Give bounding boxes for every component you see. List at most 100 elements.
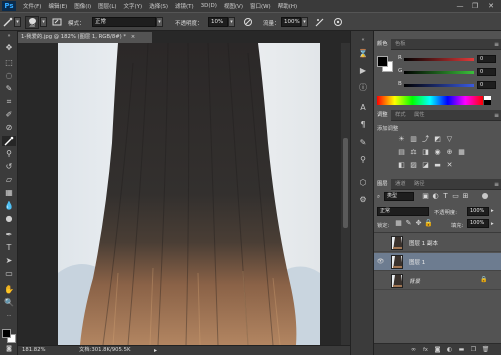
spectrum-black-swatch[interactable] xyxy=(484,100,491,105)
hue-saturation-icon[interactable]: ▤ xyxy=(397,148,406,157)
menu-file[interactable]: 文件(F) xyxy=(23,2,41,10)
exposure-icon[interactable]: ◩ xyxy=(433,135,442,144)
vibrance-icon[interactable]: ▽ xyxy=(445,135,454,144)
lasso-tool-icon[interactable]: ◌ xyxy=(2,71,16,81)
close-window-button[interactable]: ✕ xyxy=(485,1,497,11)
adjustment-icon[interactable]: ◐ xyxy=(445,346,454,354)
color-panel-menu-icon[interactable]: ≡ xyxy=(494,39,499,50)
brush-preset-picker[interactable]: 38 xyxy=(25,16,39,29)
tab-swatches[interactable]: 色板 xyxy=(392,39,409,50)
3d-panel-icon[interactable]: ⬡ xyxy=(357,177,369,188)
layers-panel-menu-icon[interactable]: ≡ xyxy=(494,179,499,190)
lock-position-icon[interactable]: ✥ xyxy=(414,219,423,228)
blend-mode-select[interactable]: 正常 xyxy=(377,207,429,216)
photo-canvas[interactable] xyxy=(58,43,320,345)
tab-properties[interactable]: 属性 xyxy=(411,110,428,121)
tab-color[interactable]: 颜色 xyxy=(374,39,391,50)
type-tool-icon[interactable]: T xyxy=(2,243,16,253)
filter-adjustment-icon[interactable]: ◐ xyxy=(431,192,440,201)
lock-pixels-icon[interactable]: ✎ xyxy=(404,219,413,228)
clone-stamp-tool-icon[interactable]: ⚲ xyxy=(2,149,16,159)
channel-b-slider[interactable] xyxy=(404,84,474,87)
healing-brush-tool-icon[interactable]: ⊘ xyxy=(2,123,16,133)
menu-3d[interactable]: 3D(D) xyxy=(201,3,217,9)
fx-icon[interactable]: fx xyxy=(421,346,430,354)
channel-g-input[interactable]: 0 xyxy=(477,68,496,76)
restore-button[interactable]: ❐ xyxy=(469,1,481,11)
folder-icon[interactable]: ▬ xyxy=(457,346,466,354)
mask-icon[interactable]: ◙ xyxy=(433,346,442,354)
filter-smart-object-icon[interactable]: ⊞ xyxy=(461,192,470,201)
channel-r-slider[interactable] xyxy=(404,58,474,61)
foreground-color-swatch[interactable] xyxy=(2,329,11,338)
strip-collapse-icon[interactable]: « xyxy=(357,35,369,46)
actions-panel-icon[interactable]: ▶ xyxy=(357,65,369,76)
brush-tool-icon[interactable] xyxy=(2,136,16,146)
zoom-level[interactable]: 181.82% xyxy=(22,346,46,355)
opacity-input[interactable]: 10% xyxy=(208,17,228,27)
link-icon[interactable]: ∞ xyxy=(409,346,418,354)
photo-filter-icon[interactable]: ◉ xyxy=(433,148,442,157)
layer-opacity-arrow-icon[interactable]: ▸ xyxy=(491,208,494,214)
brush-presets-icon[interactable]: ✎ xyxy=(357,137,369,148)
crop-tool-icon[interactable]: ⌗ xyxy=(2,97,16,107)
tool-preset-dropdown[interactable]: ▾ xyxy=(14,17,21,27)
clone-source-icon[interactable]: ⚲ xyxy=(357,154,369,165)
menu-filter[interactable]: 滤镜(T) xyxy=(175,2,194,10)
curves-icon[interactable]: ⤴ xyxy=(421,135,430,144)
properties-panel-icon[interactable]: ⓘ xyxy=(357,82,369,93)
tool-presets-icon[interactable]: ⚙ xyxy=(357,194,369,205)
channel-g-slider[interactable] xyxy=(404,71,474,74)
layer-row[interactable]: 背景 🔒 xyxy=(374,272,501,290)
minimize-button[interactable]: — xyxy=(454,1,466,11)
more-tools-icon[interactable]: ··· xyxy=(2,311,16,321)
history-panel-icon[interactable]: ⌛ xyxy=(357,48,369,59)
eraser-tool-icon[interactable]: ▱ xyxy=(2,175,16,185)
shape-tool-icon[interactable]: ▭ xyxy=(2,269,16,279)
trash-icon[interactable]: 🗑 xyxy=(481,346,490,354)
menu-edit[interactable]: 编辑(E) xyxy=(48,2,67,10)
dodge-tool-icon[interactable]: ● xyxy=(2,214,16,224)
gradient-map-icon[interactable]: ▬ xyxy=(433,161,442,170)
black-white-icon[interactable]: ◨ xyxy=(421,148,430,157)
filter-toggle-icon[interactable] xyxy=(482,193,488,199)
path-selection-tool-icon[interactable]: ➤ xyxy=(2,256,16,266)
menu-window[interactable]: 窗口(W) xyxy=(250,2,271,10)
character-panel-icon[interactable]: A xyxy=(357,102,369,113)
document-tab[interactable]: 1-我爱的.jpg @ 182% (图层 1, RGB/8#) * × xyxy=(18,32,152,43)
eyedropper-tool-icon[interactable]: ✐ xyxy=(2,110,16,120)
tab-layers[interactable]: 图层 xyxy=(374,179,391,190)
paragraph-panel-icon[interactable]: ¶ xyxy=(357,119,369,130)
levels-icon[interactable]: ▥ xyxy=(409,135,418,144)
mode-select[interactable]: 正常 xyxy=(92,17,156,27)
menu-select[interactable]: 选择(S) xyxy=(149,2,168,10)
opacity-dropdown-arrow[interactable]: ▾ xyxy=(228,17,235,27)
move-tool-icon[interactable]: ✥ xyxy=(2,43,16,53)
layer-visibility-toggle[interactable] xyxy=(376,238,385,248)
channel-r-input[interactable]: 0 xyxy=(477,55,496,63)
scrollbar-thumb[interactable] xyxy=(343,138,348,228)
layer-row[interactable]: 图层 1 副本 xyxy=(374,234,501,252)
brush-panel-icon[interactable] xyxy=(52,17,62,27)
color-spectrum-bar[interactable] xyxy=(377,96,483,105)
layer-row[interactable]: 👁 图层 1 xyxy=(374,253,501,271)
color-panel-foreground-swatch[interactable] xyxy=(377,56,388,67)
posterize-icon[interactable]: ▨ xyxy=(409,161,418,170)
color-lookup-icon[interactable]: ▦ xyxy=(457,148,466,157)
quick-selection-tool-icon[interactable]: ✎ xyxy=(2,84,16,94)
lock-transparent-icon[interactable]: ▦ xyxy=(394,219,403,228)
quick-mask-icon[interactable]: ◙ xyxy=(2,345,16,353)
new-layer-icon[interactable]: ❐ xyxy=(469,346,478,354)
brightness-contrast-icon[interactable]: ☀ xyxy=(397,135,406,144)
status-menu-arrow-icon[interactable]: ▸ xyxy=(154,346,157,355)
color-balance-icon[interactable]: ⚖ xyxy=(409,148,418,157)
mode-dropdown-arrow[interactable]: ▾ xyxy=(156,17,163,27)
menu-image[interactable]: 图像(I) xyxy=(74,2,91,10)
lock-all-icon[interactable]: 🔒 xyxy=(424,219,433,228)
canvas-area[interactable] xyxy=(18,43,341,345)
pressure-opacity-icon[interactable] xyxy=(243,17,253,27)
layer-opacity-input[interactable]: 100% xyxy=(467,207,489,216)
marquee-tool-icon[interactable]: ⬚ xyxy=(2,58,16,68)
filter-pixel-icon[interactable]: ▣ xyxy=(421,192,430,201)
selective-color-icon[interactable]: ✕ xyxy=(445,161,454,170)
